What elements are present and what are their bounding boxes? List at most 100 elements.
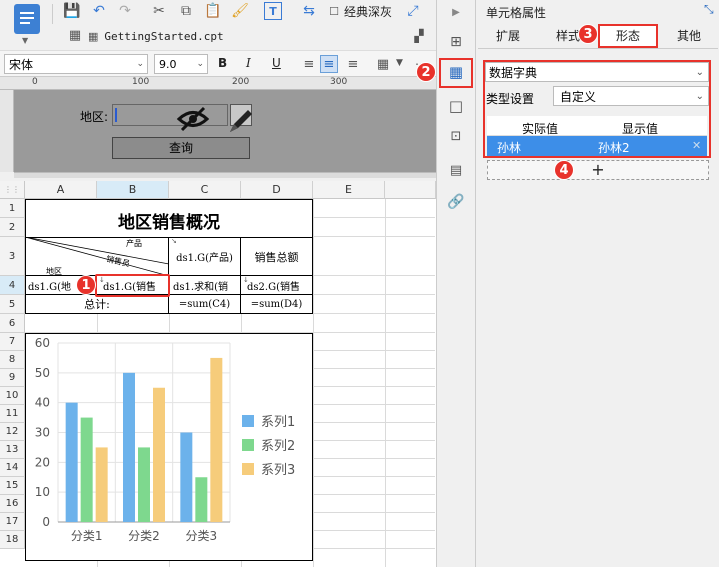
add-row-button[interactable]: + (487, 160, 709, 180)
cell-c4[interactable]: ds1.求和(销 (169, 276, 241, 295)
tab-menu-icon[interactable]: ▞ (410, 27, 428, 45)
tab-form[interactable]: 形态 (598, 24, 658, 48)
doc-tab[interactable]: ▦ GettingStarted.cpt (88, 25, 318, 47)
column-header[interactable]: A (25, 181, 97, 199)
legend-label: 系列2 (261, 439, 295, 454)
row-header[interactable]: 12 (0, 423, 25, 441)
link-icon[interactable]: 🔗 (446, 192, 466, 212)
dropdown-box-icon[interactable]: ⊡ (446, 126, 466, 146)
row-header[interactable]: 6 (0, 314, 25, 333)
bar (180, 432, 193, 522)
align-center-icon[interactable]: ≡ (320, 55, 338, 73)
italic-button[interactable]: I (246, 56, 251, 70)
y-tick-label: 20 (35, 455, 50, 469)
cell-c3[interactable]: ds1.G(产品) (169, 237, 241, 276)
x-tick-label: 分类3 (186, 529, 218, 543)
row-header[interactable]: 14 (0, 459, 25, 477)
y-tick-label: 10 (35, 485, 50, 499)
y-tick-label: 40 (35, 396, 50, 410)
expand-panel-icon[interactable]: ⤡ (704, 2, 714, 17)
paste-icon[interactable]: 📋 (204, 2, 222, 20)
row-header[interactable]: 11 (0, 405, 25, 423)
square-icon[interactable]: □ (446, 96, 466, 116)
font-size-select[interactable]: 9.0 ⌄ (154, 54, 208, 74)
column-header[interactable]: E (313, 181, 385, 199)
type-setting-select[interactable]: 自定义 ⌄ (553, 86, 709, 106)
delete-row-icon[interactable]: ✕ (692, 139, 701, 152)
column-header[interactable] (385, 181, 436, 199)
row-header[interactable]: 15 (0, 477, 25, 495)
row-header[interactable]: 9 (0, 369, 25, 387)
row-header[interactable]: 3 (0, 237, 25, 276)
copy-icon[interactable]: ⧉ (177, 2, 195, 20)
expand-marker: ↘ (171, 237, 177, 245)
column-header[interactable]: C (169, 181, 241, 199)
row-header[interactable]: 13 (0, 441, 25, 459)
cell-d4[interactable]: ds2.G(销售 (241, 276, 313, 295)
theme-icon[interactable]: ☐ (325, 2, 343, 20)
grid-view-icon[interactable]: ▦ (66, 26, 84, 44)
tab-expand[interactable]: 扩展 (478, 24, 538, 48)
align-right-icon[interactable]: ≡ (344, 55, 362, 73)
row-header[interactable]: 17 (0, 513, 25, 531)
row-header[interactable]: 7 (0, 333, 25, 351)
row-header[interactable]: 16 (0, 495, 25, 513)
region-label: 地区: (80, 110, 109, 124)
edit-pencil-icon[interactable] (226, 106, 256, 136)
type-setting-value: 自定义 (560, 89, 597, 104)
widget-settings-highlight (439, 58, 473, 88)
font-name: 宋体 (9, 57, 34, 72)
cut-icon[interactable]: ✂ (150, 2, 168, 20)
bar (138, 447, 150, 522)
bar (195, 477, 208, 522)
column-header[interactable]: B (97, 181, 169, 199)
bar (210, 357, 223, 522)
row-header[interactable]: 5 (0, 295, 25, 314)
tab-underline (478, 48, 718, 49)
cell-total-label[interactable]: 总计: (25, 295, 169, 314)
row-header[interactable]: 4 (0, 276, 25, 295)
layers-icon[interactable]: ▤ (446, 160, 466, 180)
horizontal-ruler (0, 77, 436, 90)
cell-attribute-icon[interactable]: ⊞ (446, 32, 466, 52)
row-header[interactable]: 10 (0, 387, 25, 405)
collapse-right-icon[interactable]: ▶ (446, 2, 466, 22)
align-left-icon[interactable]: ≡ (300, 55, 318, 73)
tab-other[interactable]: 其他 (660, 24, 718, 48)
form-type-select[interactable]: 数据字典 ⌄ (485, 62, 709, 82)
query-button[interactable]: 查询 (112, 137, 250, 159)
bold-button[interactable]: B (218, 56, 227, 70)
swap-icon[interactable]: ⇆ (300, 2, 318, 20)
legend-swatch (242, 415, 254, 427)
cell-d5[interactable]: =sum(D4) (241, 295, 313, 314)
app-logo-icon[interactable] (14, 4, 40, 34)
border-icon[interactable]: ▦ (374, 55, 392, 73)
chevron-down-icon: ⌄ (695, 90, 704, 102)
row-header[interactable]: 2 (0, 218, 25, 237)
cell-c5[interactable]: =sum(C4) (169, 295, 241, 314)
hidden-eye-icon[interactable] (176, 106, 210, 132)
save-icon[interactable]: 💾 (63, 2, 81, 20)
row-header[interactable]: 18 (0, 531, 25, 549)
row-header[interactable]: 8 (0, 351, 25, 369)
collapse-arrow-icon[interactable]: ⤢ (404, 2, 422, 20)
row-header[interactable]: 1 (0, 199, 25, 218)
logo-dropdown-icon[interactable]: ▼ (22, 36, 28, 45)
row-display-value[interactable]: 孙林2 (598, 139, 630, 156)
row-actual-value[interactable]: 孙林 (497, 139, 521, 156)
y-tick-label: 60 (35, 336, 50, 350)
select-all-corner[interactable]: ⋮⋮ (0, 181, 25, 199)
chevron-down-icon[interactable]: ▼ (396, 58, 403, 68)
report-title: 地区销售概况 (118, 213, 220, 233)
region-input[interactable] (112, 104, 228, 126)
redo-icon[interactable]: ↷ (116, 2, 134, 20)
column-header[interactable]: D (241, 181, 313, 199)
undo-icon[interactable]: ↶ (90, 2, 108, 20)
text-icon[interactable]: T (264, 2, 282, 20)
vertical-ruler (0, 90, 14, 172)
theme-label[interactable]: 经典深灰 (344, 3, 392, 20)
cell-d3[interactable]: 销售总额 (241, 237, 313, 276)
format-painter-icon[interactable]: 🖌 (231, 2, 249, 20)
font-select[interactable]: 宋体 ⌄ (4, 54, 148, 74)
underline-button[interactable]: U (272, 56, 281, 70)
